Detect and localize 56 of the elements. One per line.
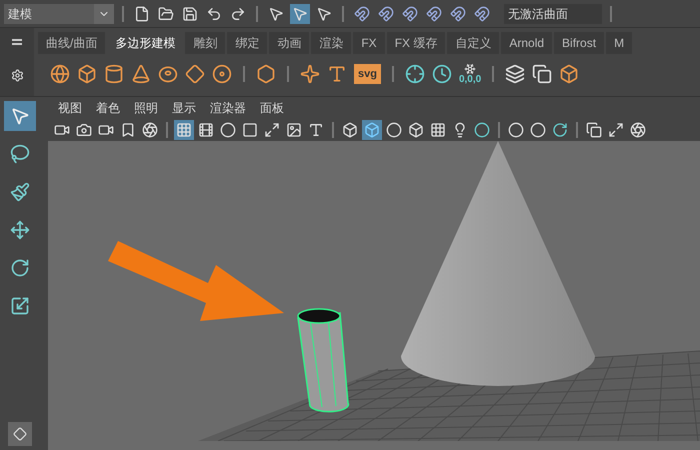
shelf-tab[interactable]: Arnold — [501, 32, 552, 54]
layers-icon[interactable] — [505, 64, 526, 84]
panel-menu-item[interactable]: 视图 — [58, 99, 82, 117]
cylinder-icon[interactable] — [104, 64, 124, 84]
star-icon[interactable] — [300, 64, 320, 84]
cube-icon[interactable] — [559, 64, 580, 84]
snap-icon[interactable] — [352, 4, 372, 24]
shelf-tab[interactable]: 动画 — [269, 32, 310, 54]
shelf-tab[interactable]: FX 缓存 — [386, 32, 446, 54]
panel-menu-item[interactable]: 渲染器 — [210, 99, 246, 117]
svg-button[interactable]: svg — [354, 64, 381, 84]
clock-icon[interactable] — [432, 64, 452, 84]
curve-field[interactable]: 无激活曲面 — [504, 4, 602, 24]
shelf-tab[interactable]: Bifrost — [554, 32, 604, 54]
shelf-tab[interactable]: 自定义 — [447, 32, 500, 54]
snowflake-button[interactable]: 0,0,0 — [458, 63, 482, 85]
cylinder-model[interactable] — [297, 308, 350, 412]
sphere-icon[interactable] — [506, 120, 526, 140]
snap-icon[interactable] — [472, 4, 492, 24]
blocks-icon[interactable] — [532, 64, 552, 84]
polyhedron-icon[interactable] — [256, 64, 276, 84]
select-mode-icon[interactable] — [290, 4, 310, 24]
diamond-icon[interactable] — [185, 64, 205, 84]
torus-icon[interactable] — [158, 64, 178, 84]
snap-icon[interactable] — [400, 4, 420, 24]
shelf-tab[interactable]: 渲染 — [311, 32, 352, 54]
aperture-icon[interactable] — [628, 120, 648, 140]
circle-icon[interactable] — [218, 120, 238, 140]
snap-icon[interactable] — [448, 4, 468, 24]
disc-icon[interactable] — [212, 64, 232, 84]
snap-icon[interactable] — [376, 4, 396, 24]
text-icon[interactable] — [327, 64, 347, 84]
sphere-icon[interactable] — [384, 120, 404, 140]
copy-icon[interactable] — [584, 120, 604, 140]
sphere-icon[interactable] — [528, 120, 548, 140]
sphere-icon[interactable] — [472, 120, 492, 140]
panel-menu-item[interactable]: 显示 — [172, 99, 196, 117]
shelf-tab[interactable]: 雕刻 — [185, 32, 226, 54]
mode-dropdown[interactable]: 建模 — [4, 4, 114, 24]
sphere-icon[interactable] — [50, 64, 70, 84]
shelf-tab[interactable]: FX — [353, 32, 385, 54]
shelf-tab[interactable]: 绑定 — [227, 32, 268, 54]
shelf-tab[interactable]: 曲线/曲面 — [38, 32, 106, 54]
panel-menu-item[interactable]: 面板 — [260, 99, 284, 117]
crosshair-icon[interactable] — [404, 64, 425, 84]
snowflake-icon — [464, 63, 476, 75]
panel-menu-item[interactable]: 照明 — [134, 99, 158, 117]
aperture-icon[interactable] — [140, 120, 160, 140]
shelf-menu-icon[interactable] — [12, 38, 22, 44]
panel-menu-item[interactable]: 着色 — [96, 99, 120, 117]
select-icon[interactable] — [4, 101, 36, 131]
layout-icon[interactable] — [8, 422, 32, 446]
cube-icon[interactable] — [77, 64, 97, 84]
snap-icon[interactable] — [424, 4, 444, 24]
shelf-tab[interactable]: M — [606, 32, 632, 54]
cone-icon[interactable] — [131, 64, 151, 84]
